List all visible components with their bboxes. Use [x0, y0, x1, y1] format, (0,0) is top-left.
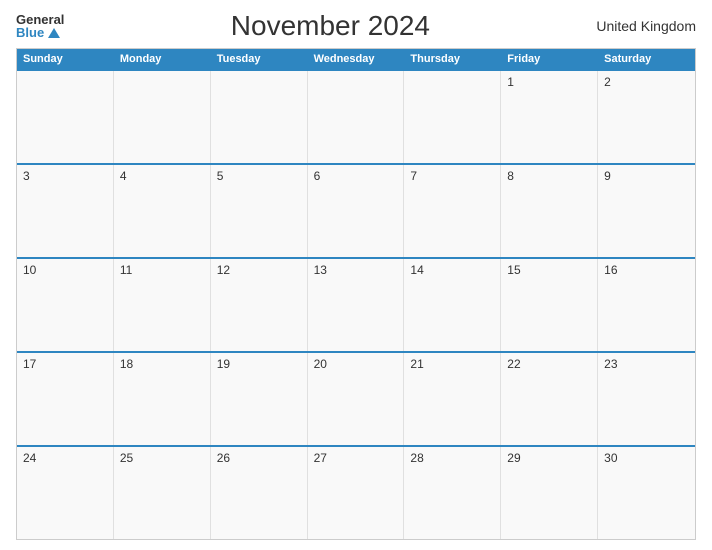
- day-number: 16: [604, 263, 617, 277]
- calendar-cell-w3-d1: 10: [17, 259, 114, 351]
- day-number: 26: [217, 451, 230, 465]
- calendar-cell-w1-d4: [308, 71, 405, 163]
- col-thursday: Thursday: [404, 49, 501, 69]
- day-number: 21: [410, 357, 423, 371]
- day-number: 23: [604, 357, 617, 371]
- logo-triangle-icon: [48, 28, 60, 38]
- day-number: 2: [604, 75, 611, 89]
- day-number: 29: [507, 451, 520, 465]
- calendar-cell-w3-d7: 16: [598, 259, 695, 351]
- day-number: 9: [604, 169, 611, 183]
- day-number: 28: [410, 451, 423, 465]
- calendar-cell-w5-d6: 29: [501, 447, 598, 539]
- day-number: 7: [410, 169, 417, 183]
- day-number: 19: [217, 357, 230, 371]
- calendar-cell-w3-d3: 12: [211, 259, 308, 351]
- calendar-cell-w5-d1: 24: [17, 447, 114, 539]
- col-wednesday: Wednesday: [308, 49, 405, 69]
- day-number: 20: [314, 357, 327, 371]
- day-number: 5: [217, 169, 224, 183]
- calendar-cell-w3-d5: 14: [404, 259, 501, 351]
- col-monday: Monday: [114, 49, 211, 69]
- col-friday: Friday: [501, 49, 598, 69]
- day-number: 25: [120, 451, 133, 465]
- page-header: General Blue November 2024 United Kingdo…: [16, 10, 696, 42]
- calendar-cell-w1-d5: [404, 71, 501, 163]
- calendar-grid: Sunday Monday Tuesday Wednesday Thursday…: [16, 48, 696, 540]
- day-number: 8: [507, 169, 514, 183]
- calendar-cell-w4-d7: 23: [598, 353, 695, 445]
- day-number: 13: [314, 263, 327, 277]
- day-number: 12: [217, 263, 230, 277]
- calendar-cell-w4-d1: 17: [17, 353, 114, 445]
- day-number: 6: [314, 169, 321, 183]
- calendar-cell-w2-d3: 5: [211, 165, 308, 257]
- day-number: 22: [507, 357, 520, 371]
- calendar-cell-w3-d4: 13: [308, 259, 405, 351]
- calendar-cell-w4-d5: 21: [404, 353, 501, 445]
- calendar-body: 1234567891011121314151617181920212223242…: [17, 69, 695, 539]
- calendar-cell-w1-d3: [211, 71, 308, 163]
- calendar-cell-w2-d1: 3: [17, 165, 114, 257]
- calendar-cell-w5-d4: 27: [308, 447, 405, 539]
- calendar-cell-w5-d2: 25: [114, 447, 211, 539]
- day-number: 10: [23, 263, 36, 277]
- calendar-week-1: 12: [17, 69, 695, 163]
- day-number: 4: [120, 169, 127, 183]
- calendar-cell-w3-d2: 11: [114, 259, 211, 351]
- calendar-cell-w3-d6: 15: [501, 259, 598, 351]
- calendar-cell-w2-d7: 9: [598, 165, 695, 257]
- col-tuesday: Tuesday: [211, 49, 308, 69]
- calendar-cell-w1-d6: 1: [501, 71, 598, 163]
- calendar-cell-w1-d7: 2: [598, 71, 695, 163]
- calendar-cell-w4-d6: 22: [501, 353, 598, 445]
- calendar-cell-w4-d2: 18: [114, 353, 211, 445]
- day-number: 15: [507, 263, 520, 277]
- calendar-page: General Blue November 2024 United Kingdo…: [0, 0, 712, 550]
- logo-blue-text: Blue: [16, 26, 44, 39]
- calendar-week-3: 10 11 12 13 14 15 16: [17, 257, 695, 351]
- logo-blue-row: Blue: [16, 26, 64, 39]
- col-sunday: Sunday: [17, 49, 114, 69]
- calendar-cell-w5-d5: 28: [404, 447, 501, 539]
- calendar-cell-w5-d7: 30: [598, 447, 695, 539]
- day-number: 18: [120, 357, 133, 371]
- day-number: 1: [507, 75, 514, 89]
- day-number: 3: [23, 169, 30, 183]
- calendar-cell-w2-d6: 8: [501, 165, 598, 257]
- day-number: 24: [23, 451, 36, 465]
- calendar-cell-w4-d3: 19: [211, 353, 308, 445]
- calendar-cell-w4-d4: 20: [308, 353, 405, 445]
- calendar-cell-w5-d3: 26: [211, 447, 308, 539]
- calendar-title: November 2024: [231, 10, 430, 42]
- calendar-week-4: 17 18 19 20 21 22 23: [17, 351, 695, 445]
- region-label: United Kingdom: [596, 18, 696, 34]
- day-number: 11: [120, 263, 132, 277]
- logo: General Blue: [16, 13, 64, 39]
- calendar-week-2: 3 4 5 6 7 8 9: [17, 163, 695, 257]
- calendar-week-5: 24 25 26 27 28 29 30: [17, 445, 695, 539]
- calendar-header-row: Sunday Monday Tuesday Wednesday Thursday…: [17, 49, 695, 69]
- calendar-cell-w2-d2: 4: [114, 165, 211, 257]
- day-number: 14: [410, 263, 423, 277]
- day-number: 30: [604, 451, 617, 465]
- calendar-cell-w1-d2: [114, 71, 211, 163]
- calendar-cell-w1-d1: [17, 71, 114, 163]
- calendar-cell-w2-d5: 7: [404, 165, 501, 257]
- col-saturday: Saturday: [598, 49, 695, 69]
- day-number: 27: [314, 451, 327, 465]
- day-number: 17: [23, 357, 36, 371]
- calendar-cell-w2-d4: 6: [308, 165, 405, 257]
